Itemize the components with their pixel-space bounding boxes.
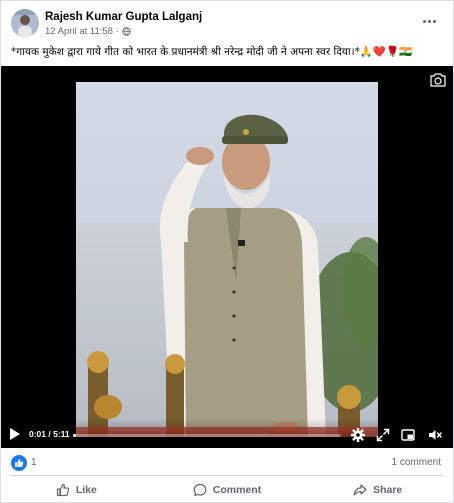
comment-count[interactable]: 1 comment — [392, 457, 441, 468]
thumbs-up-icon — [15, 459, 24, 467]
like-button[interactable]: Like — [1, 478, 152, 502]
expand-icon[interactable] — [376, 428, 390, 442]
post-timestamp[interactable]: 12 April at 11:58 — [45, 26, 113, 37]
avatar[interactable] — [11, 9, 39, 37]
post-meta: 12 April at 11:58 · — [45, 26, 131, 37]
volume-muted-icon[interactable] — [428, 428, 442, 442]
comment-icon — [193, 483, 207, 497]
like-reaction-icon[interactable] — [11, 455, 27, 471]
video-time: 0:01 / 5:11 — [29, 429, 70, 439]
author-name[interactable]: Rajesh Kumar Gupta Lalganj — [45, 11, 202, 23]
video-frame[interactable] — [76, 82, 378, 437]
play-icon[interactable] — [9, 427, 21, 441]
thumbs-up-outline-icon — [56, 483, 70, 497]
avatar-image — [11, 9, 39, 37]
pip-icon[interactable] — [401, 428, 415, 442]
share-label: Share — [373, 484, 403, 496]
like-label: Like — [75, 484, 97, 496]
reaction-stats: 1 1 comment — [1, 452, 453, 474]
settings-icon[interactable] — [351, 428, 365, 442]
progress-track[interactable] — [73, 434, 341, 437]
post-actions: Like Comment Share — [1, 478, 453, 502]
meta-separator: · — [115, 26, 120, 37]
divider — [11, 475, 443, 476]
video-player[interactable]: 0:01 / 5:11 — [1, 66, 453, 448]
dot-icon — [422, 19, 426, 23]
like-count[interactable]: 1 — [31, 457, 37, 468]
more-options-button[interactable] — [419, 13, 439, 29]
progress-fill — [73, 434, 76, 437]
comment-button[interactable]: Comment — [152, 478, 303, 502]
share-button[interactable]: Share — [302, 478, 453, 502]
comment-label: Comment — [212, 484, 262, 496]
post-header: Rajesh Kumar Gupta Lalganj 12 April at 1… — [1, 1, 453, 41]
share-icon — [353, 484, 367, 496]
video-still-image — [76, 82, 378, 437]
globe-icon — [122, 27, 131, 36]
dot-icon — [432, 19, 436, 23]
camera-icon[interactable] — [429, 72, 447, 88]
dot-icon — [427, 19, 431, 23]
post-caption: *गायक मुकेश द्वारा गाये गीत को भारत के प… — [11, 46, 413, 58]
post-card: Rajesh Kumar Gupta Lalganj 12 April at 1… — [0, 0, 454, 503]
video-controls: 0:01 / 5:11 — [1, 419, 453, 448]
